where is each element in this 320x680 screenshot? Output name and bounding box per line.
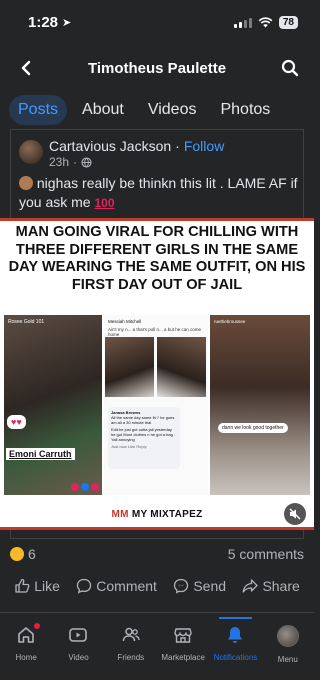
reaction-count: 6 (28, 546, 36, 562)
nav-notifications[interactable]: Notifications (209, 613, 261, 680)
mixtapez-logo: MM MY MIXTAPEZ (0, 509, 314, 520)
post-header-text: Cartavious Jackson · Follow 23h · (49, 138, 224, 169)
collage-panel-2: Messiah Mitchell Ain't my n... a that's … (104, 315, 208, 495)
collage-panel-3: ruethebroussee dann we look good togethe… (210, 315, 310, 495)
comment-button[interactable]: Comment (76, 578, 157, 594)
search-button[interactable] (276, 54, 304, 82)
post-image[interactable]: MAN GOING VIRAL FOR CHILLING WITH THREE … (0, 218, 314, 530)
nav-friends-label: Friends (117, 653, 145, 662)
comments-count[interactable]: 5 comments (228, 546, 304, 562)
cellular-signal-icon (233, 17, 252, 28)
author-name[interactable]: Cartavious Jackson (49, 138, 171, 154)
panel2-username: Messiah Mitchell (108, 319, 142, 324)
separator-dot: · (175, 138, 180, 154)
back-button[interactable] (12, 54, 40, 82)
like-icon (15, 578, 30, 593)
person-emoji-icon (19, 176, 33, 190)
reaction-summary[interactable]: 6 5 comments (10, 546, 304, 562)
post-header: Cartavious Jackson · Follow 23h · (19, 138, 224, 169)
tab-videos[interactable]: Videos (139, 95, 206, 125)
nav-video-label: Video (68, 653, 89, 662)
post-time: 23h (49, 155, 70, 169)
video-icon (69, 628, 88, 642)
follow-button[interactable]: Follow (184, 138, 224, 154)
nav-marketplace-label: Marketplace (161, 653, 205, 662)
panel3-username: ruethebroussee (214, 319, 246, 324)
status-time: 1:28 (28, 13, 59, 31)
bell-icon (228, 627, 243, 643)
globe-icon (81, 156, 92, 168)
status-bar: 1:28 ➤ 78 (0, 0, 314, 44)
status-icons: 78 (233, 15, 298, 29)
image-collage: Rosee Gold 101 ♥♥ Emoni Carruth Messiah … (4, 315, 310, 495)
panel1-username: Rosee Gold 101 (8, 319, 45, 325)
author-line: Cartavious Jackson · Follow (49, 138, 224, 154)
home-notification-dot (34, 623, 40, 629)
post-body: nighas really be thinkn this lit . LAME … (19, 175, 298, 210)
share-label: Share (262, 578, 300, 594)
location-arrow-icon: ➤ (62, 16, 72, 29)
name-tag: Emoni Carruth (6, 448, 75, 460)
nav-notifications-label: Notifications (213, 653, 258, 662)
profile-tabs: Posts About Videos Photos (9, 95, 279, 125)
nav-marketplace[interactable]: Marketplace (157, 613, 209, 680)
logo-mark: MM (111, 509, 129, 520)
menu-avatar (276, 625, 299, 647)
screenshot-comment: Janasa Browns All the same day same fit … (108, 407, 180, 469)
like-button[interactable]: Like (14, 578, 60, 594)
top-bar: Timotheus Paulette (0, 48, 314, 88)
wifi-icon (258, 16, 273, 27)
hearts-sticker: ♥♥ (7, 415, 26, 429)
nav-menu-label: Menu (277, 655, 298, 664)
send-label: Send (193, 578, 227, 594)
battery-indicator: 78 (278, 15, 298, 29)
panel1-reaction-icons (71, 483, 99, 491)
panel3-caption-bubble: dann we look good together (218, 423, 288, 433)
mute-button[interactable] (284, 503, 306, 525)
messenger-icon (174, 578, 189, 594)
speaker-muted-icon (289, 508, 301, 520)
image-headline: MAN GOING VIRAL FOR CHILLING WITH THREE … (8, 224, 306, 293)
panel2-caption: Ain't my n... a that's poll n... a but h… (108, 327, 202, 337)
comment-icon (77, 578, 92, 594)
nav-home[interactable]: Home (0, 613, 52, 680)
laugh-reaction-icon (10, 547, 24, 561)
friends-icon (122, 627, 140, 642)
bottom-nav: Home Video Friends Marketplace Notificat… (0, 613, 314, 680)
send-button[interactable]: Send (173, 578, 226, 594)
panel2-photo-right (157, 337, 206, 397)
share-icon (242, 579, 259, 593)
post-text: nighas really be thinkn this lit . LAME … (19, 174, 299, 213)
nav-friends[interactable]: Friends (105, 613, 157, 680)
comment-label: Comment (96, 578, 157, 594)
hundred-emoji-icon: 100 (94, 196, 115, 210)
marketplace-icon (174, 628, 192, 643)
chevron-left-icon (21, 60, 31, 76)
tab-photos[interactable]: Photos (211, 95, 279, 125)
panel2-photo-left (105, 337, 154, 397)
comment-text: All the same day same fit ? he goes am a… (111, 415, 175, 425)
comment-actions: Just now Like Reply (111, 444, 147, 449)
search-icon (281, 59, 299, 77)
nav-video[interactable]: Video (52, 613, 104, 680)
tab-about[interactable]: About (73, 95, 133, 125)
author-avatar[interactable] (19, 140, 43, 164)
meta-dot: · (73, 155, 78, 169)
post-actions: Like Comment Send Share (0, 578, 314, 594)
post-meta: 23h · (49, 155, 224, 169)
nav-home-label: Home (15, 653, 37, 662)
share-button[interactable]: Share (242, 578, 300, 594)
collage-panel-1: Rosee Gold 101 ♥♥ Emoni Carruth (4, 315, 102, 495)
home-icon (18, 627, 34, 643)
tab-posts[interactable]: Posts (9, 95, 68, 125)
logo-text: MY MIXTAPEZ (131, 509, 203, 520)
nav-menu[interactable]: Menu (262, 613, 314, 680)
comment-text-edit: Edit:he just got outta jail yesterday he… (111, 427, 176, 442)
like-label: Like (34, 578, 60, 594)
page-title: Timotheus Paulette (87, 59, 227, 77)
